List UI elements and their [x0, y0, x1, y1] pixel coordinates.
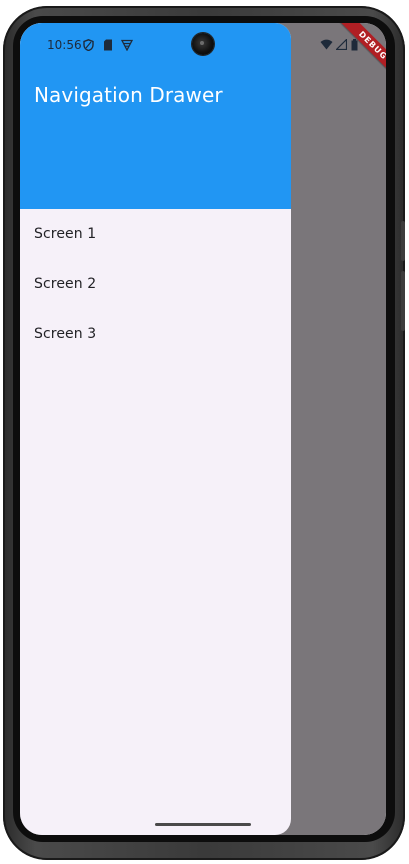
drawer-title: Navigation Drawer [34, 83, 223, 107]
drawer-item-screen-1[interactable]: Screen 1 [20, 209, 291, 259]
vpn-icon [121, 39, 133, 51]
sd-card-icon [104, 39, 112, 51]
drawer-item-screen-2[interactable]: Screen 2 [20, 259, 291, 309]
device-screen: Navigation Drawer Screen 1 Screen 2 Scre… [20, 23, 386, 835]
volume-button [401, 271, 405, 331]
home-indicator[interactable] [155, 823, 251, 826]
navigation-drawer: Navigation Drawer Screen 1 Screen 2 Scre… [20, 23, 291, 835]
status-time: 10:56 [47, 38, 82, 52]
drawer-menu: Screen 1 Screen 2 Screen 3 [20, 209, 291, 359]
debug-banner-label: DEBUG [336, 23, 386, 82]
debug-banner: DEBUG [326, 23, 386, 83]
drawer-item-screen-3[interactable]: Screen 3 [20, 309, 291, 359]
front-camera [192, 33, 214, 55]
shield-icon [83, 39, 94, 51]
power-button [401, 221, 405, 261]
